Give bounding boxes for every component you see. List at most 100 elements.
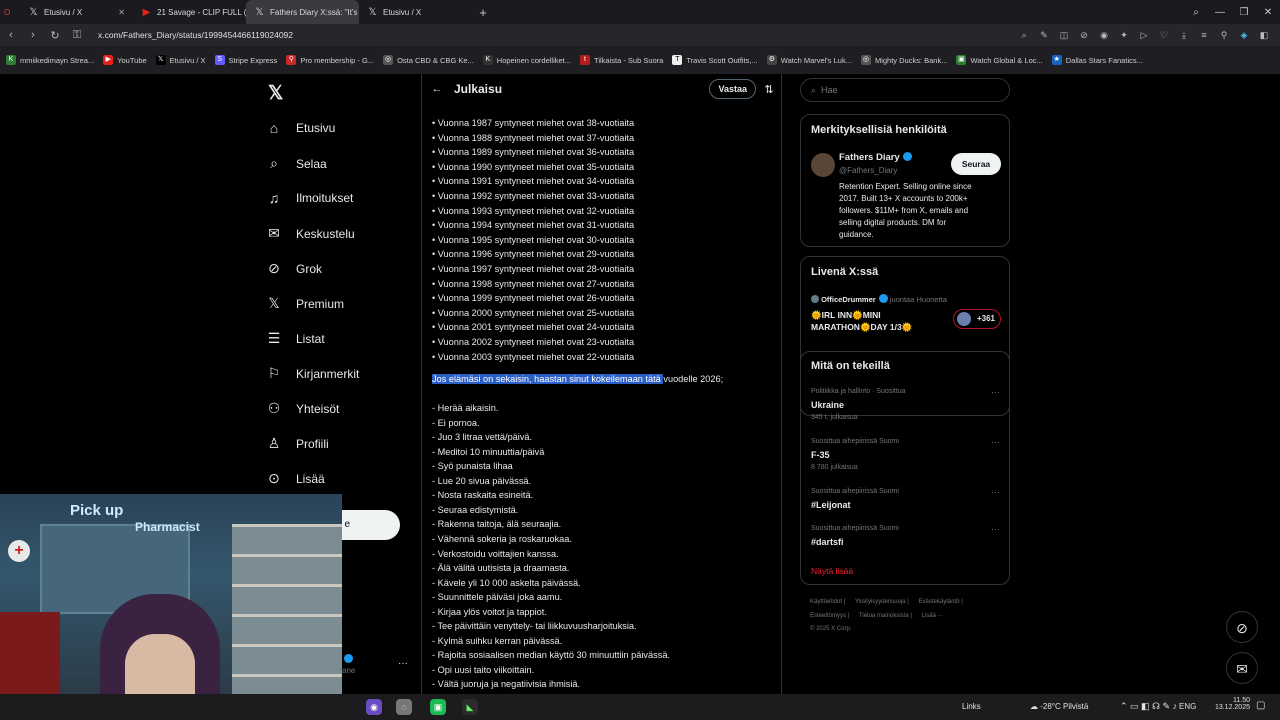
bookmark-item[interactable]: ⚙ Watch Marvel's Luk... bbox=[766, 55, 852, 65]
close-window-icon[interactable]: ✕ bbox=[1256, 7, 1280, 18]
discord-icon[interactable]: ◉ bbox=[366, 699, 382, 715]
follow-button[interactable]: Seuraa bbox=[951, 153, 1001, 175]
clock[interactable]: 11.50 13.12.2025 bbox=[1210, 697, 1250, 711]
maximize-icon[interactable]: ❐ bbox=[1232, 7, 1256, 18]
nav-item-bookmarks[interactable]: ⚐ Kirjanmerkit bbox=[266, 365, 360, 382]
heart-icon[interactable]: ♡ bbox=[1154, 30, 1174, 41]
bookmark-item[interactable]: ★ Dallas Stars Fanatics... bbox=[1051, 55, 1143, 65]
trend-name[interactable]: #dartsfi bbox=[811, 537, 844, 547]
nav-item-grok[interactable]: ⊘ Grok bbox=[266, 260, 322, 277]
site-info-icon[interactable]: ⚿ bbox=[66, 29, 88, 42]
show-more-link[interactable]: Näytä lisää bbox=[811, 566, 853, 576]
minimize-icon[interactable]: — bbox=[1208, 7, 1232, 18]
messages-fab-icon[interactable]: ✉ bbox=[1226, 652, 1258, 684]
footer-link[interactable]: Evästekäytäntö bbox=[919, 599, 960, 605]
bookmark-item[interactable]: 𝕏 Etusivu / X bbox=[155, 55, 206, 65]
reload-icon[interactable]: ↻ bbox=[44, 29, 66, 42]
account-menu-icon[interactable]: ··· bbox=[398, 658, 408, 669]
notification-icon[interactable]: ▢ bbox=[1256, 700, 1265, 711]
reply-button[interactable]: Vastaa bbox=[709, 79, 756, 99]
menu-icon[interactable]: ≡ bbox=[1194, 30, 1214, 41]
kick-app-icon[interactable]: ▣ bbox=[430, 699, 446, 715]
grok-fab-icon[interactable]: ⊘ bbox=[1226, 611, 1258, 643]
nav-item-more[interactable]: ⊙ Lisää bbox=[266, 470, 325, 487]
trend-more-icon[interactable]: ··· bbox=[991, 487, 1000, 497]
adblock-icon[interactable]: ⊘ bbox=[1074, 30, 1094, 41]
bio-line: selling digital products. DM for bbox=[839, 218, 947, 227]
bookmark-item[interactable]: ⚲ Pro membership - G... bbox=[286, 55, 374, 65]
post-line: - Vältä juoruja ja negatiivisia ihmisiä. bbox=[432, 679, 581, 690]
new-tab-button[interactable]: + bbox=[472, 5, 494, 20]
camera-icon[interactable]: ◫ bbox=[1054, 30, 1074, 41]
sidebar-icon[interactable]: ◧ bbox=[1254, 30, 1274, 41]
edit-icon[interactable]: ✎ bbox=[1034, 30, 1054, 41]
bookmark-label: mmiikedimayn Strea... bbox=[20, 55, 95, 65]
bookmark-label: Mighty Ducks: Bank... bbox=[874, 55, 948, 65]
footer-link[interactable]: Yksityisyydensuoja bbox=[855, 599, 906, 605]
nav-item-premium[interactable]: 𝕏 Premium bbox=[266, 295, 344, 312]
search-input[interactable]: ⌕ Hae bbox=[800, 78, 1010, 102]
nav-item-profile[interactable]: ♙ Profiili bbox=[266, 435, 329, 452]
avatar[interactable] bbox=[811, 153, 835, 177]
browser-tab-active[interactable]: 𝕏 Fathers Diary X:ssä: "It's 20 bbox=[246, 0, 359, 24]
close-tab-icon[interactable]: ✕ bbox=[118, 8, 125, 17]
footer-link[interactable]: Käyttöehdot bbox=[810, 599, 842, 605]
language-indicator[interactable]: ENG bbox=[1179, 702, 1196, 711]
app-icon[interactable]: ◌ bbox=[396, 699, 412, 715]
live-title[interactable]: 🌞IRL INN🌞MINI MARATHON🌞DAY 1/3🌞 bbox=[811, 309, 912, 333]
x-icon: 𝕏 bbox=[368, 6, 377, 18]
trend-name[interactable]: Ukraine bbox=[811, 400, 844, 410]
bookmark-item[interactable]: ◎ Osta CBD & CBG Ke... bbox=[383, 55, 474, 65]
person-name-row[interactable]: Fathers Diary bbox=[839, 152, 912, 163]
browser-tab[interactable]: 𝕏 Etusivu / X ✕ bbox=[20, 0, 133, 24]
footer-link[interactable]: Esteettömyys bbox=[810, 613, 846, 619]
post-line: - Herää aikaisin. bbox=[432, 403, 499, 413]
opera-logo-icon[interactable]: O bbox=[0, 0, 20, 24]
x-logo-icon[interactable]: 𝕏 bbox=[268, 82, 283, 105]
back-arrow-icon[interactable]: ← bbox=[422, 83, 452, 95]
bookmark-item[interactable]: ▣ Watch Global & Loc... bbox=[956, 55, 1043, 65]
download-icon[interactable]: ⤓ bbox=[1174, 30, 1194, 41]
back-icon[interactable]: ‹ bbox=[0, 29, 22, 41]
search-tabs-icon[interactable]: ⌕ bbox=[1184, 7, 1208, 18]
filter-icon[interactable]: ⇅ bbox=[756, 83, 781, 96]
browser-tab[interactable]: ▶ 21 Savage - CLIP FULL (OFF bbox=[133, 0, 246, 24]
forward-icon[interactable]: › bbox=[22, 29, 44, 41]
extension-icon[interactable]: ✦ bbox=[1114, 30, 1134, 41]
bookmark-item[interactable]: Kmmiikedimayn Strea... bbox=[6, 55, 94, 65]
trend-more-icon[interactable]: ··· bbox=[991, 437, 1000, 447]
browser-tab[interactable]: 𝕏 Etusivu / X bbox=[359, 0, 472, 24]
nav-item-notifications[interactable]: ♫ Ilmoitukset bbox=[266, 190, 354, 206]
nav-item-lists[interactable]: ☰ Listat bbox=[266, 330, 325, 347]
bookmark-item[interactable]: S Stripe Express bbox=[214, 55, 277, 65]
trend-name[interactable]: F-35 bbox=[811, 450, 830, 460]
live-host-row[interactable]: OfficeDrummer juontaa Huonetta bbox=[811, 294, 947, 304]
trend-more-icon[interactable]: ··· bbox=[991, 387, 1000, 397]
zoom-icon[interactable]: ⌕ bbox=[1014, 30, 1034, 41]
vpn-icon[interactable]: ◉ bbox=[1094, 30, 1114, 41]
nav-item-messages[interactable]: ✉ Keskustelu bbox=[266, 225, 355, 242]
trend-more-icon[interactable]: ··· bbox=[991, 524, 1000, 534]
nav-item-home[interactable]: ⌂ Etusivu bbox=[266, 120, 336, 136]
trend-name[interactable]: #Leijonat bbox=[811, 500, 851, 510]
bookmark-item[interactable]: ◎ Mighty Ducks: Bank... bbox=[860, 55, 948, 65]
tray-icons[interactable]: ⌃ ▭ ◧ ☊ ✎ ♪ bbox=[1120, 701, 1177, 712]
play-icon[interactable]: ▷ bbox=[1134, 30, 1154, 41]
bookmark-item[interactable]: T Travis Scott Outfits,... bbox=[672, 55, 758, 65]
weather-widget[interactable]: ☁ -28°C Pilvistä bbox=[1030, 702, 1088, 711]
bookmark-item[interactable]: ▶ YouTube bbox=[103, 55, 147, 65]
account-icon[interactable]: ⚲ bbox=[1214, 30, 1234, 41]
bookmark-item[interactable]: t Tilkaista - Sub Suora bbox=[580, 55, 663, 65]
url-field[interactable]: x.com/Fathers_Diary/status/1999454466119… bbox=[98, 30, 1014, 40]
aria-icon[interactable]: ◈ bbox=[1234, 30, 1254, 41]
listener-count-badge[interactable]: +361 bbox=[953, 309, 1001, 329]
footer-link[interactable]: Lisää ··· bbox=[922, 613, 944, 619]
nav-item-explore[interactable]: ⌕ Selaa bbox=[266, 155, 327, 172]
post-line: - Nosta raskaita esineitä. bbox=[432, 490, 534, 501]
streaming-app-icon[interactable]: ◣ bbox=[462, 699, 478, 715]
bookmark-item[interactable]: K Hopeinen cordelliket... bbox=[482, 55, 571, 65]
nav-item-communities[interactable]: ⚇ Yhteisöt bbox=[266, 400, 340, 417]
footer-link[interactable]: Tietoa mainoksista bbox=[859, 613, 909, 619]
links-toolbar[interactable]: Links bbox=[962, 702, 981, 711]
post-line: • Vuonna 1988 syntyneet miehet ovat 37-v… bbox=[432, 132, 635, 143]
